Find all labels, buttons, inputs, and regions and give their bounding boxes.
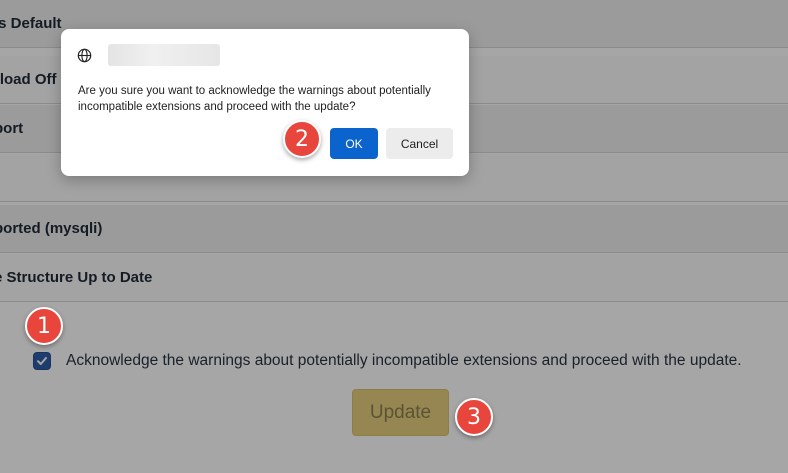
step-badge-2: 2 [283, 120, 321, 158]
dialog-origin-blurred [108, 44, 220, 66]
step-badge-3: 3 [455, 398, 493, 436]
confirm-dialog: Are you sure you want to acknowledge the… [61, 29, 469, 176]
step-badge-1: 1 [25, 307, 63, 345]
cancel-button[interactable]: Cancel [386, 128, 453, 159]
dialog-message: Are you sure you want to acknowledge the… [78, 85, 431, 113]
globe-icon [77, 48, 92, 62]
ok-button[interactable]: OK [330, 128, 378, 159]
dialog-header [77, 44, 220, 66]
